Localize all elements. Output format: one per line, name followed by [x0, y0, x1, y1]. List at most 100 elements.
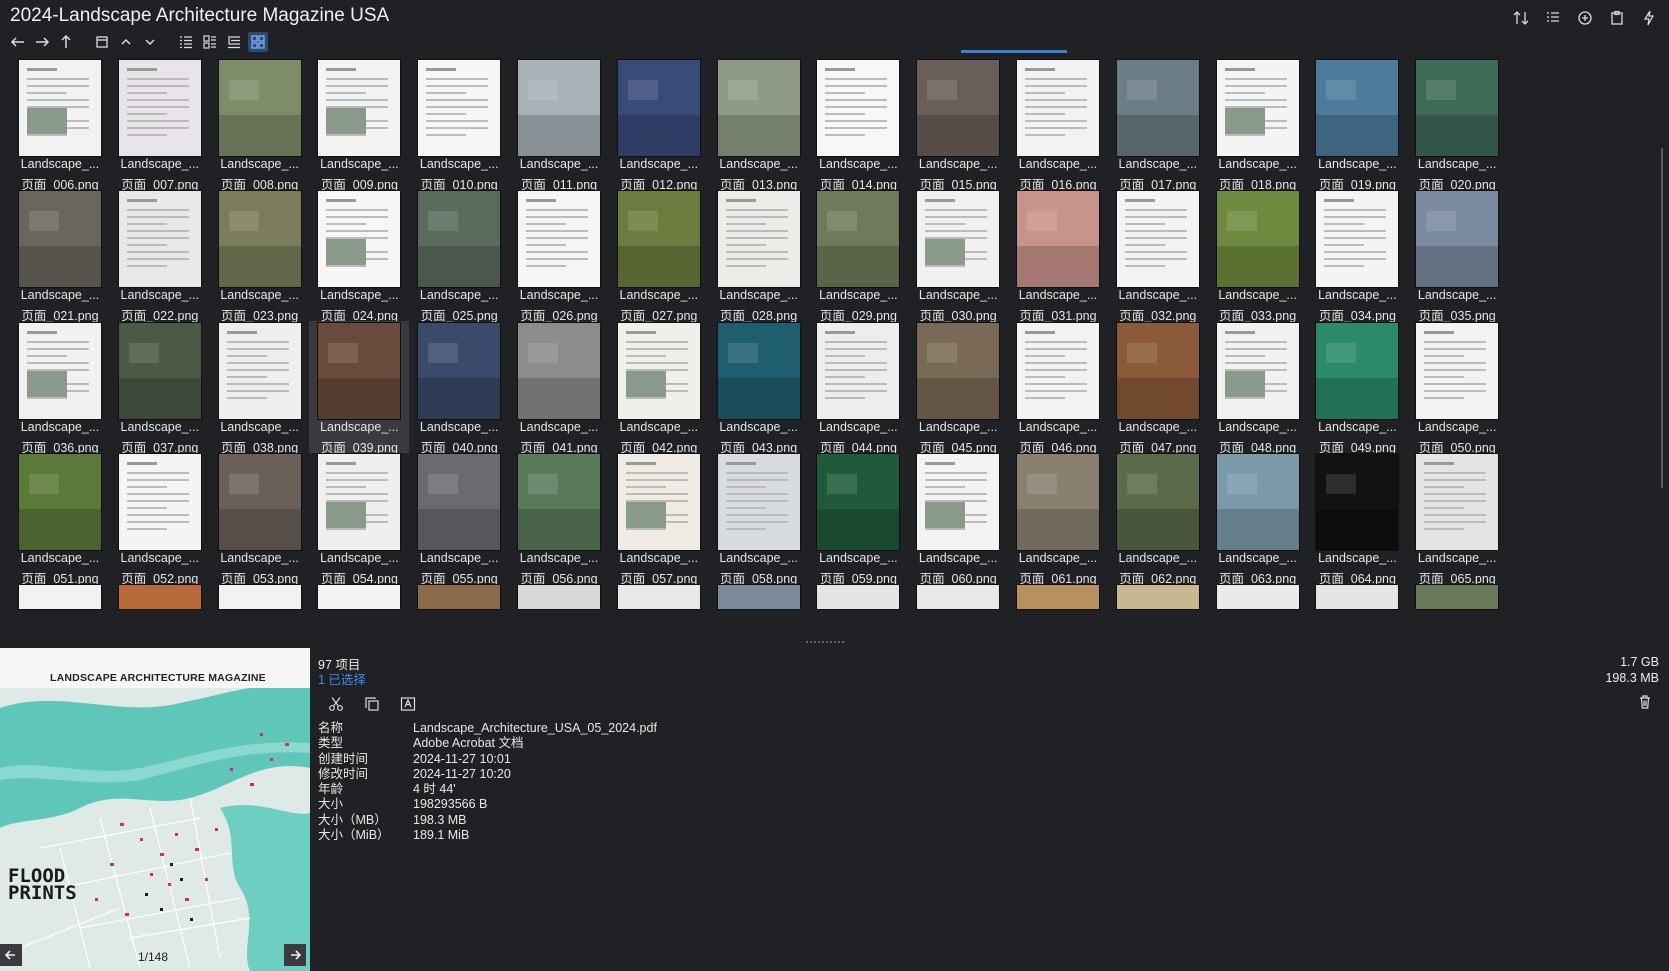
file-tile[interactable]	[409, 583, 509, 646]
file-tile[interactable]: Landscape_... 页面_031.png	[1008, 189, 1108, 323]
file-tile[interactable]: Landscape_... 页面_009.png	[309, 58, 409, 192]
next-page-button[interactable]	[284, 944, 306, 966]
file-tile[interactable]	[1008, 583, 1108, 646]
file-tile[interactable]: Landscape_... 页面_054.png	[309, 452, 409, 586]
file-tile[interactable]: Landscape_... 页面_060.png	[908, 452, 1008, 586]
file-tile[interactable]: Landscape_... 页面_015.png	[908, 58, 1008, 192]
file-tile[interactable]	[1208, 583, 1308, 646]
new-button[interactable]	[1575, 8, 1595, 28]
file-tile[interactable]: Landscape_... 页面_041.png	[509, 321, 609, 455]
file-tile[interactable]: Landscape_... 页面_028.png	[709, 189, 809, 323]
flash-button[interactable]	[1639, 8, 1659, 28]
selected-count[interactable]: 1 已选择	[318, 669, 366, 688]
back-button[interactable]	[8, 32, 28, 52]
vertical-scrollbar[interactable]	[1658, 58, 1666, 646]
clipboard-button[interactable]	[1607, 8, 1627, 28]
previous-page-button[interactable]	[0, 944, 22, 966]
file-tile[interactable]: Landscape_... 页面_018.png	[1208, 58, 1308, 192]
file-tile[interactable]: Landscape_... 页面_027.png	[609, 189, 709, 323]
file-tile[interactable]: Landscape_... 页面_017.png	[1108, 58, 1208, 192]
file-tile[interactable]: Landscape_... 页面_034.png	[1307, 189, 1407, 323]
file-tile[interactable]	[808, 583, 908, 646]
file-tile[interactable]: Landscape_... 页面_012.png	[609, 58, 709, 192]
file-tile[interactable]: Landscape_... 页面_043.png	[709, 321, 809, 455]
tiles-view-button[interactable]	[200, 32, 220, 52]
file-tile[interactable]: Landscape_... 页面_065.png	[1407, 452, 1507, 586]
file-tile[interactable]: Landscape_... 页面_013.png	[709, 58, 809, 192]
file-tile[interactable]	[1307, 583, 1407, 646]
file-tile[interactable]: Landscape_... 页面_056.png	[509, 452, 609, 586]
file-tile[interactable]: Landscape_... 页面_024.png	[309, 189, 409, 323]
file-tile[interactable]: Landscape_... 页面_044.png	[808, 321, 908, 455]
file-tile[interactable]: Landscape_... 页面_025.png	[409, 189, 509, 323]
file-tile[interactable]: Landscape_... 页面_011.png	[509, 58, 609, 192]
cut-button[interactable]	[326, 694, 346, 714]
file-tile[interactable]	[609, 583, 709, 646]
file-tile[interactable]: Landscape_... 页面_036.png	[10, 321, 110, 455]
delete-button[interactable]	[1637, 694, 1653, 710]
file-tile[interactable]: Landscape_... 页面_026.png	[509, 189, 609, 323]
file-tile[interactable]: Landscape_... 页面_029.png	[808, 189, 908, 323]
file-tile[interactable]: Landscape_... 页面_063.png	[1208, 452, 1308, 586]
file-tile[interactable]	[10, 583, 110, 646]
file-tile[interactable]: Landscape_... 页面_050.png	[1407, 321, 1507, 455]
file-tile[interactable]	[1108, 583, 1208, 646]
file-tile[interactable]: Landscape_... 页面_052.png	[110, 452, 210, 586]
file-tile[interactable]: Landscape_... 页面_006.png	[10, 58, 110, 192]
file-tile[interactable]: Landscape_... 页面_032.png	[1108, 189, 1208, 323]
file-tile[interactable]: Landscape_... 页面_053.png	[210, 452, 310, 586]
file-tile[interactable]	[309, 583, 409, 646]
sort-button[interactable]	[1511, 8, 1531, 28]
forward-button[interactable]	[32, 32, 52, 52]
file-tile[interactable]: Landscape_... 页面_020.png	[1407, 58, 1507, 192]
chevron-up-button[interactable]	[116, 32, 136, 52]
file-tile[interactable]: Landscape_... 页面_062.png	[1108, 452, 1208, 586]
file-tile[interactable]: Landscape_... 页面_048.png	[1208, 321, 1308, 455]
file-tile[interactable]: Landscape_... 页面_039.png	[309, 320, 410, 455]
file-tile[interactable]: Landscape_... 页面_046.png	[1008, 321, 1108, 455]
file-tile[interactable]: Landscape_... 页面_061.png	[1008, 452, 1108, 586]
file-tile[interactable]: Landscape_... 页面_033.png	[1208, 189, 1308, 323]
file-tile[interactable]: Landscape_... 页面_038.png	[210, 321, 310, 455]
file-tile[interactable]: Landscape_... 页面_016.png	[1008, 58, 1108, 192]
file-tile[interactable]: Landscape_... 页面_037.png	[110, 321, 210, 455]
rename-button[interactable]	[398, 694, 418, 714]
file-tile[interactable]: Landscape_... 页面_023.png	[210, 189, 310, 323]
file-tile[interactable]: Landscape_... 页面_019.png	[1307, 58, 1407, 192]
file-tile[interactable]: Landscape_... 页面_008.png	[210, 58, 310, 192]
file-tile[interactable]	[709, 583, 809, 646]
file-tile[interactable]: Landscape_... 页面_047.png	[1108, 321, 1208, 455]
file-tile[interactable]: Landscape_... 页面_007.png	[110, 58, 210, 192]
chevron-down-button[interactable]	[140, 32, 160, 52]
tree-view-button[interactable]	[224, 32, 244, 52]
file-tile[interactable]: Landscape_... 页面_064.png	[1307, 452, 1407, 586]
thumbnail-grid[interactable]: Landscape_... 页面_006.png Landscape_... 页面_0…	[0, 58, 1650, 646]
file-tile[interactable]: Landscape_... 页面_035.png	[1407, 189, 1507, 323]
scrollbar-thumb[interactable]	[1661, 148, 1663, 488]
file-tile[interactable]: Landscape_... 页面_051.png	[10, 452, 110, 586]
file-tile[interactable]	[908, 583, 1008, 646]
up-button[interactable]	[56, 32, 76, 52]
file-tile[interactable]: Landscape_... 页面_045.png	[908, 321, 1008, 455]
file-tile[interactable]: Landscape_... 页面_049.png	[1307, 321, 1407, 455]
list-view-button[interactable]	[1543, 8, 1563, 28]
file-tile[interactable]: Landscape_... 页面_042.png	[609, 321, 709, 455]
thumbnail-view-button[interactable]	[248, 32, 268, 52]
file-tile[interactable]: Landscape_... 页面_059.png	[808, 452, 908, 586]
file-tile[interactable]	[210, 583, 310, 646]
splitter-handle[interactable]	[806, 641, 846, 647]
file-tile[interactable]: Landscape_... 页面_058.png	[709, 452, 809, 586]
file-tile[interactable]: Landscape_... 页面_057.png	[609, 452, 709, 586]
file-tile[interactable]	[509, 583, 609, 646]
copy-button[interactable]	[362, 694, 382, 714]
file-tile[interactable]: Landscape_... 页面_021.png	[10, 189, 110, 323]
file-tile[interactable]: Landscape_... 页面_030.png	[908, 189, 1008, 323]
file-tile[interactable]: Landscape_... 页面_014.png	[808, 58, 908, 192]
file-tile[interactable]: Landscape_... 页面_040.png	[409, 321, 509, 455]
file-tile[interactable]: Landscape_... 页面_010.png	[409, 58, 509, 192]
file-tile[interactable]: Landscape_... 页面_022.png	[110, 189, 210, 323]
window-button[interactable]	[92, 32, 112, 52]
file-tile[interactable]	[110, 583, 210, 646]
file-tile[interactable]: Landscape_... 页面_055.png	[409, 452, 509, 586]
details-view-button[interactable]	[176, 32, 196, 52]
